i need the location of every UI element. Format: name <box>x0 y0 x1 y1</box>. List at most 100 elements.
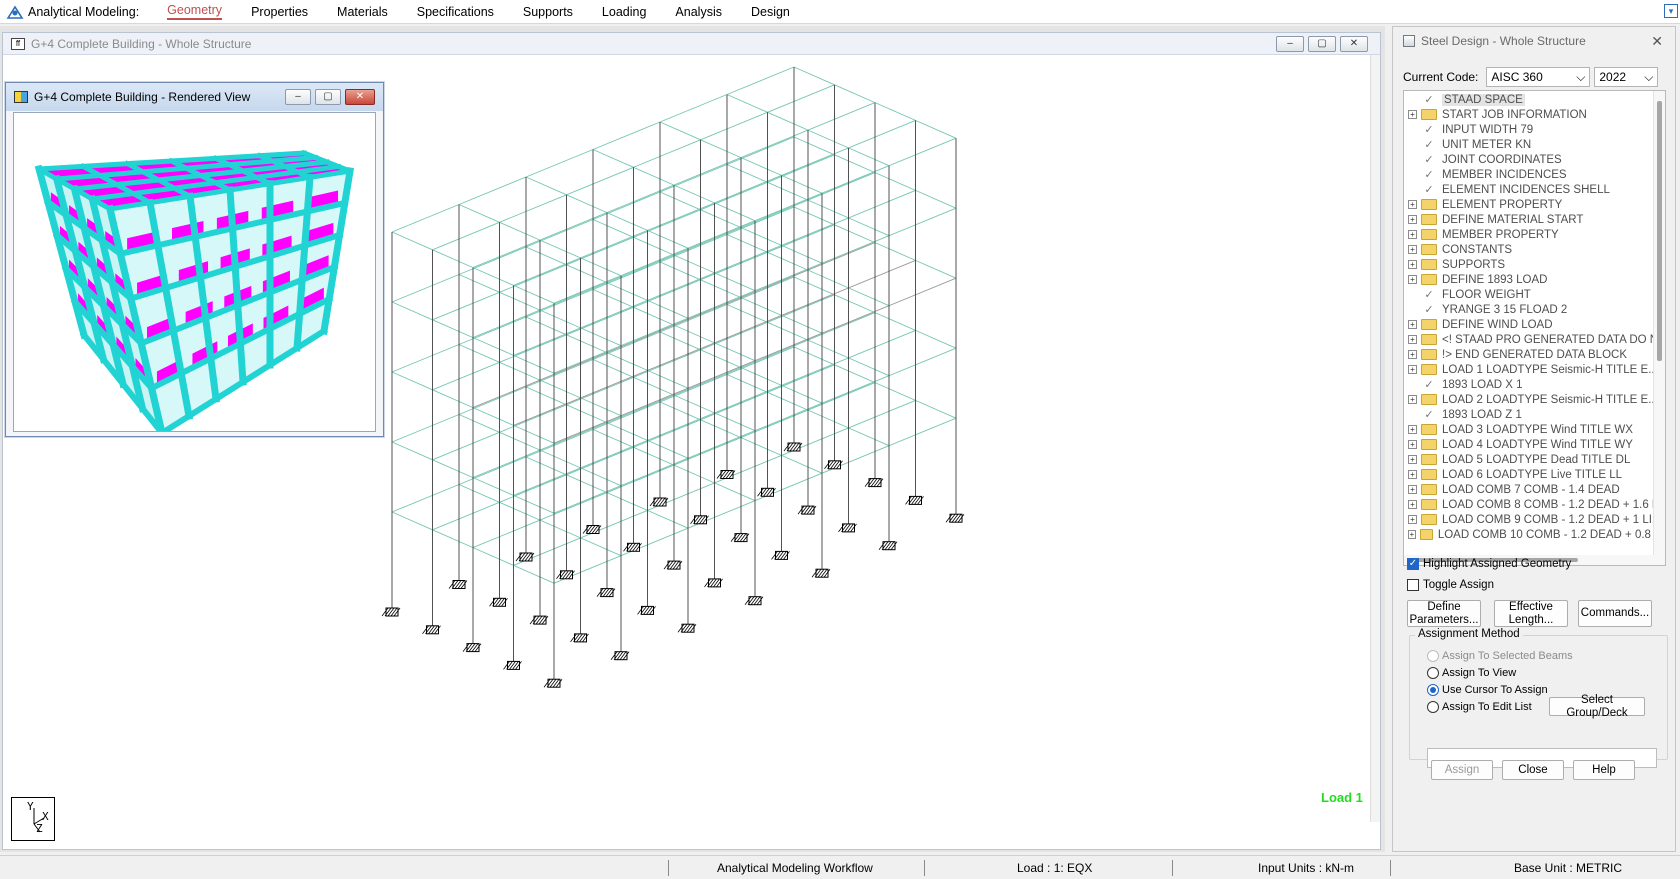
member-line[interactable] <box>633 166 675 186</box>
tree-item[interactable]: + ELEMENT PROPERTY <box>1404 197 1665 212</box>
tree-item[interactable]: + LOAD 4 LOADTYPE Wind TITLE WY <box>1404 437 1665 452</box>
member-line[interactable] <box>915 259 957 279</box>
member-line[interactable] <box>432 221 500 251</box>
member-line[interactable] <box>659 374 728 403</box>
member-line[interactable] <box>458 456 527 485</box>
member-line[interactable] <box>673 324 715 344</box>
menu-loading[interactable]: Loading <box>602 5 647 19</box>
menu-design[interactable]: Design <box>751 5 790 19</box>
member-line[interactable] <box>472 547 514 566</box>
member-line[interactable] <box>834 84 876 104</box>
menu-properties[interactable]: Properties <box>251 5 308 19</box>
member-line[interactable] <box>807 129 849 149</box>
member-line[interactable] <box>513 257 581 286</box>
member-line[interactable] <box>633 209 701 238</box>
member-line[interactable] <box>781 314 823 334</box>
member-line[interactable] <box>767 154 835 183</box>
member-line[interactable] <box>580 369 648 399</box>
member-line[interactable] <box>659 261 701 281</box>
member-line[interactable] <box>580 229 648 259</box>
member-line[interactable] <box>472 407 514 426</box>
member-line[interactable] <box>807 172 876 201</box>
member-line[interactable] <box>888 417 957 447</box>
member-line[interactable] <box>700 251 768 281</box>
member-line[interactable] <box>848 147 890 167</box>
member-line[interactable] <box>659 304 728 333</box>
member-line[interactable] <box>525 149 594 178</box>
member-line[interactable] <box>714 384 782 414</box>
member-line[interactable] <box>781 384 823 404</box>
member-line[interactable] <box>659 191 701 211</box>
member-line[interactable] <box>714 412 756 432</box>
member-line[interactable] <box>513 424 555 444</box>
member-line[interactable] <box>888 277 957 307</box>
tree-item[interactable]: + START JOB INFORMATION <box>1404 107 1665 122</box>
member-line[interactable] <box>525 316 567 336</box>
radio-assign-to-view[interactable]: Assign To View <box>1427 667 1516 679</box>
tree-item[interactable]: ✓ ELEMENT INCIDENCES SHELL <box>1404 182 1665 197</box>
member-line[interactable] <box>633 349 701 378</box>
member-line[interactable] <box>458 274 500 293</box>
tree-item[interactable]: + LOAD COMB 9 COMB - 1.2 DEAD + 1 LI... <box>1404 512 1665 527</box>
member-line[interactable] <box>700 391 768 421</box>
member-line[interactable] <box>633 446 675 466</box>
expand-icon[interactable]: + <box>1408 110 1417 119</box>
rendered-restore-button[interactable]: ▢ <box>315 89 341 105</box>
member-line[interactable] <box>620 457 689 487</box>
member-line[interactable] <box>687 220 756 249</box>
member-line[interactable] <box>472 267 514 286</box>
member-line[interactable] <box>647 229 689 249</box>
member-line[interactable] <box>513 354 555 374</box>
member-line[interactable] <box>781 454 823 474</box>
member-line[interactable] <box>633 139 701 168</box>
member-line[interactable] <box>391 484 460 513</box>
member-line[interactable] <box>767 391 809 411</box>
expand-icon[interactable]: + <box>1408 530 1416 539</box>
tree-item[interactable]: + LOAD 5 LOADTYPE Dead TITLE DL <box>1404 452 1665 467</box>
member-line[interactable] <box>606 212 648 231</box>
tree-item[interactable]: + LOAD COMB 10 COMB - 1.2 DEAD + 0.8 W <box>1404 527 1665 542</box>
member-line[interactable] <box>673 157 742 186</box>
member-line[interactable] <box>539 519 581 539</box>
member-line[interactable] <box>458 316 527 345</box>
member-line[interactable] <box>606 492 648 511</box>
radio-assign-edit-list[interactable]: Assign To Edit List <box>1427 701 1532 713</box>
tree-item[interactable]: + LOAD 1 LOADTYPE Seismic-H TITLE E... <box>1404 362 1665 377</box>
member-line[interactable] <box>687 360 756 389</box>
tree-item[interactable]: ✓ 1893 LOAD X 1 <box>1404 377 1665 392</box>
member-line[interactable] <box>726 94 768 113</box>
member-line[interactable] <box>659 164 728 193</box>
member-line[interactable] <box>539 212 608 241</box>
member-line[interactable] <box>915 329 957 349</box>
member-line[interactable] <box>513 467 581 496</box>
tree-item[interactable]: + CONSTANTS <box>1404 242 1665 257</box>
ribbon-toggle-icon[interactable]: ▾ <box>1664 4 1678 18</box>
member-line[interactable] <box>659 121 701 141</box>
expand-icon[interactable]: + <box>1408 260 1417 269</box>
member-line[interactable] <box>539 282 608 311</box>
member-line[interactable] <box>580 397 622 417</box>
member-line[interactable] <box>620 317 689 347</box>
member-line[interactable] <box>673 367 742 396</box>
member-line[interactable] <box>472 337 514 356</box>
member-line[interactable] <box>807 409 849 429</box>
member-line[interactable] <box>606 422 648 441</box>
member-line[interactable] <box>848 357 890 377</box>
tree-item[interactable]: ✓ YRANGE 3 15 FLOAD 2 <box>1404 302 1665 317</box>
tree-item[interactable]: ✓ MEMBER INCIDENCES <box>1404 167 1665 182</box>
expand-icon[interactable]: + <box>1408 365 1417 374</box>
member-line[interactable] <box>499 264 567 293</box>
code-select[interactable]: AISC 360 ⌵ <box>1486 67 1591 87</box>
rendered-close-button[interactable]: ✕ <box>345 89 375 105</box>
member-line[interactable] <box>821 165 890 194</box>
member-line[interactable] <box>807 339 849 359</box>
radio-use-cursor[interactable]: Use Cursor To Assign <box>1427 684 1548 696</box>
member-line[interactable] <box>673 227 742 256</box>
tree-item[interactable]: + DEFINE 1893 LOAD <box>1404 272 1665 287</box>
member-line[interactable] <box>391 511 433 531</box>
member-line[interactable] <box>726 374 768 393</box>
member-line[interactable] <box>767 364 835 393</box>
member-line[interactable] <box>848 217 890 237</box>
member-line[interactable] <box>592 429 634 448</box>
member-line[interactable] <box>714 342 756 362</box>
